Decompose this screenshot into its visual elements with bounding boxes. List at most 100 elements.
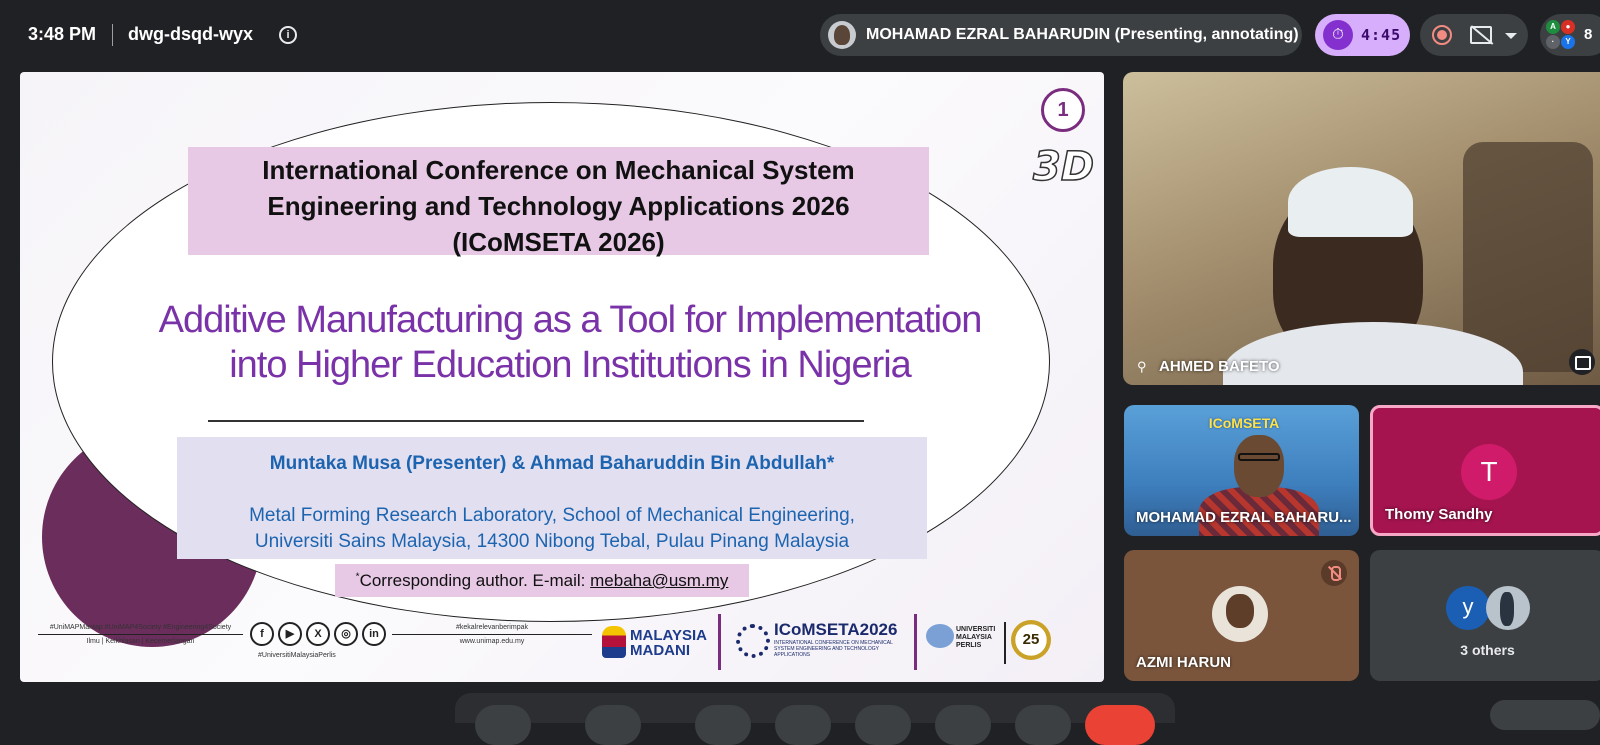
youtube-icon: ▶ bbox=[278, 622, 302, 646]
unimap-mark bbox=[926, 624, 954, 648]
conference-title-box: International Conference on Mechanical S… bbox=[188, 147, 929, 257]
3d-logo: 3D bbox=[1032, 143, 1095, 191]
participants-button[interactable]: A ● · Y 8 bbox=[1540, 14, 1600, 56]
participant-name: AHMED BAFETO bbox=[1159, 358, 1280, 375]
presenter-avatar bbox=[828, 21, 856, 49]
participant-tile-ezral[interactable]: ICoMSETA MOHAMAD EZRAL BAHARU... bbox=[1124, 405, 1359, 536]
madani-mark bbox=[602, 626, 626, 658]
conference-title: International Conference on Mechanical S… bbox=[188, 152, 929, 260]
raise-hand-button[interactable] bbox=[935, 705, 991, 745]
footer-hashtags: #UniMAPMantap #UniMAP4Society #Engineeri… bbox=[38, 624, 243, 635]
participant-tile-others[interactable]: y 3 others bbox=[1370, 550, 1600, 681]
recording-controls[interactable] bbox=[1420, 14, 1528, 56]
participant-video-cap bbox=[1288, 167, 1413, 237]
footer-slogan-text: #kekalrelevanberimpak bbox=[392, 624, 592, 635]
unimap-divider bbox=[1004, 622, 1006, 664]
participant-mini-avatar: · bbox=[1546, 35, 1560, 49]
participant-tile-azmi[interactable]: AZMI HARUN bbox=[1124, 550, 1359, 681]
instagram-icon: ◎ bbox=[334, 622, 358, 646]
paper-title-line: Additive Manufacturing as a Tool for Imp… bbox=[158, 299, 983, 341]
participant-video-face bbox=[1234, 435, 1284, 497]
x-icon: X bbox=[306, 622, 330, 646]
participant-count: 8 bbox=[1584, 26, 1593, 43]
side-panel-controls[interactable] bbox=[1490, 700, 1600, 730]
linkedin-icon: in bbox=[362, 622, 386, 646]
presentation-slide: 1 3D International Conference on Mechani… bbox=[20, 72, 1104, 682]
anniversary-badge: 25 bbox=[1011, 620, 1051, 660]
call-controls-bar bbox=[455, 693, 1175, 745]
background-banner: ICoMSETA bbox=[1208, 415, 1280, 431]
madani-text: MALAYSIA MADANI bbox=[630, 628, 707, 658]
corresponding-author: *Corresponding author. E-mail: mebaha@us… bbox=[335, 571, 749, 591]
meeting-code: dwg-dsqd-wyx bbox=[128, 24, 253, 44]
participant-mini-avatar: ● bbox=[1561, 20, 1575, 34]
footer-tags: #UniMAPMantap #UniMAP4Society #Engineeri… bbox=[38, 624, 243, 645]
conference-title-line: Engineering and Technology Applications … bbox=[267, 191, 850, 221]
affiliation-line: Metal Forming Research Laboratory, Schoo… bbox=[249, 505, 855, 526]
timer-icon: ⏱ bbox=[1323, 20, 1353, 50]
footer-divider bbox=[914, 614, 917, 670]
footer-divider bbox=[718, 614, 721, 670]
participant-tile-thomy[interactable]: T Thomy Sandhy bbox=[1370, 405, 1600, 536]
captions-off-icon[interactable] bbox=[1470, 26, 1492, 44]
unimap-line: PERLIS bbox=[956, 642, 982, 649]
participant-tile-main[interactable]: ⚲ AHMED BAFETO bbox=[1123, 72, 1600, 385]
presenter-chip[interactable]: MOHAMAD EZRAL BAHARUDIN (Presenting, ann… bbox=[820, 14, 1302, 56]
icomseta-logo: ICoMSETA2026 INTERNATIONAL CONFERENCE ON… bbox=[732, 616, 914, 666]
avatar: y bbox=[1446, 586, 1490, 630]
paper-title: Additive Manufacturing as a Tool for Imp… bbox=[80, 298, 1060, 388]
unimap-line: UNIVERSITI bbox=[956, 626, 996, 633]
divider bbox=[112, 24, 113, 46]
conference-title-line: (ICoMSETA 2026) bbox=[452, 227, 665, 257]
paper-title-line: into Higher Education Institutions in Ni… bbox=[229, 344, 912, 386]
footer-slogan: #kekalrelevanberimpak www.unimap.edu.my bbox=[392, 624, 592, 645]
timer-chip[interactable]: ⏱ 4:45 bbox=[1315, 14, 1410, 56]
madani-line: MADANI bbox=[630, 642, 690, 659]
authors: Muntaka Musa (Presenter) & Ahmad Baharud… bbox=[269, 453, 835, 474]
footer-university-hashtag: #UniversitiMalaysiaPerlis bbox=[258, 652, 336, 659]
affiliation: Metal Forming Research Laboratory, Schoo… bbox=[177, 503, 927, 555]
madani-line: MALAYSIA bbox=[630, 627, 707, 644]
end-call-button[interactable] bbox=[1085, 705, 1155, 745]
social-icons: f ▶ X ◎ in bbox=[250, 622, 390, 648]
avatar bbox=[1486, 586, 1530, 630]
participant-video-glasses bbox=[1238, 453, 1280, 461]
timer-value: 4:45 bbox=[1361, 26, 1402, 44]
top-bar: 3:48 PM dwg-dsqd-wyx i MOHAMAD EZRAL BAH… bbox=[0, 0, 1600, 70]
present-button[interactable] bbox=[855, 705, 911, 745]
author-box: Muntaka Musa (Presenter) & Ahmad Baharud… bbox=[177, 437, 927, 559]
reactions-button[interactable] bbox=[775, 705, 831, 745]
camera-button[interactable] bbox=[585, 705, 641, 745]
mic-off-icon bbox=[1321, 560, 1347, 586]
footer-motto: Ilmu | Keikhlasan | Kecemerlangan bbox=[86, 638, 195, 645]
participant-name: MOHAMAD EZRAL BAHARU... bbox=[1136, 509, 1352, 526]
avatar: T bbox=[1461, 444, 1517, 500]
footer-website: www.unimap.edu.my bbox=[459, 638, 525, 645]
facebook-icon: f bbox=[250, 622, 274, 646]
participant-name: AZMI HARUN bbox=[1136, 654, 1231, 671]
pin-icon[interactable]: ⚲ bbox=[1137, 359, 1151, 374]
more-options-button[interactable] bbox=[1015, 705, 1071, 745]
participant-mini-avatar: Y bbox=[1561, 35, 1575, 49]
slide-number: 1 bbox=[1041, 88, 1085, 132]
chevron-down-icon[interactable] bbox=[1505, 33, 1517, 39]
icomseta-title: ICoMSETA2026 bbox=[774, 620, 898, 639]
unimap-line: MALAYSIA bbox=[956, 634, 992, 641]
captions-button[interactable] bbox=[695, 705, 751, 745]
corresponding-label: Corresponding author. E-mail: bbox=[359, 571, 591, 590]
participant-name: Thomy Sandhy bbox=[1385, 506, 1493, 523]
title-divider bbox=[208, 420, 864, 422]
avatar bbox=[1212, 586, 1268, 642]
mic-button[interactable] bbox=[475, 705, 531, 745]
participant-mini-avatar: A bbox=[1546, 20, 1560, 34]
corresponding-author-box: *Corresponding author. E-mail: mebaha@us… bbox=[335, 564, 749, 597]
clock-time: 3:48 PM bbox=[28, 24, 97, 44]
expand-icon[interactable] bbox=[1569, 349, 1595, 375]
icomseta-subtitle: INTERNATIONAL CONFERENCE ON MECHANICAL S… bbox=[774, 640, 893, 658]
meeting-info-icon[interactable]: i bbox=[279, 26, 297, 44]
unimap-logo: UNIVERSITI MALAYSIA PERLIS 25 bbox=[926, 618, 1066, 668]
gear-icon bbox=[736, 624, 770, 658]
recording-icon[interactable] bbox=[1432, 25, 1452, 45]
malaysia-madani-logo: MALAYSIA MADANI bbox=[602, 622, 717, 662]
others-label: 3 others bbox=[1460, 642, 1515, 658]
